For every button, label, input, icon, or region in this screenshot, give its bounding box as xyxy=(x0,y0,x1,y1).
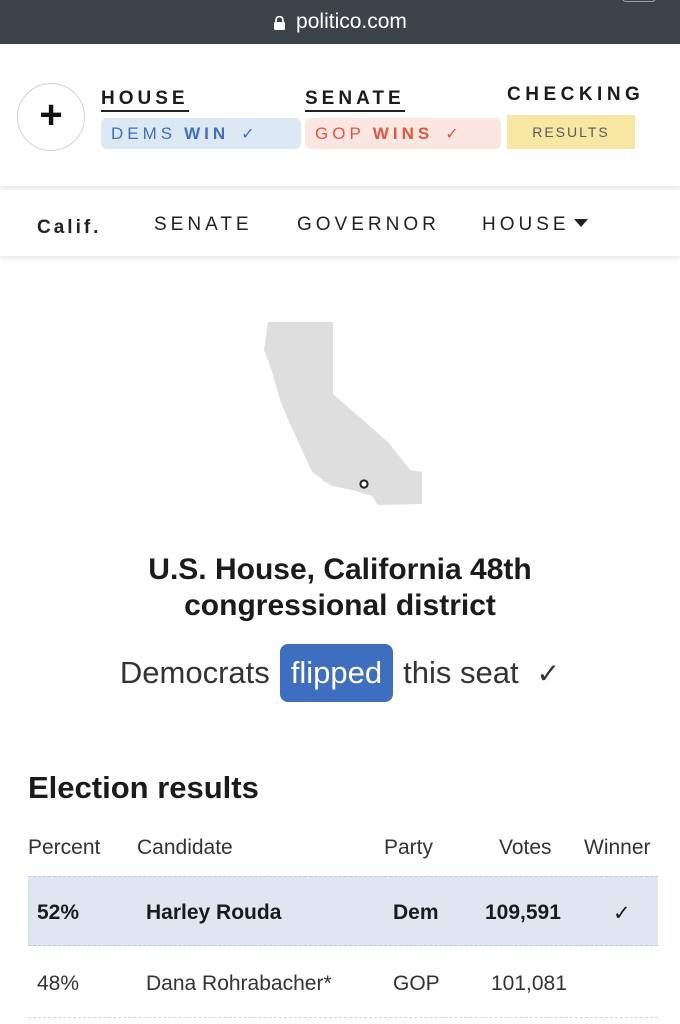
state-label[interactable]: Calif. xyxy=(37,217,101,239)
results-heading: Election results xyxy=(28,770,259,805)
house-pill-result: WIN xyxy=(184,123,230,143)
browser-url-bar[interactable]: politico.com xyxy=(0,0,680,44)
tab-house-label: HOUSE xyxy=(482,214,570,235)
col-candidate: Candidate xyxy=(137,836,233,859)
flip-suffix: this seat xyxy=(403,655,519,690)
flip-status: Democrats flipped this seat ✓ xyxy=(0,644,680,702)
col-winner: Winner xyxy=(584,836,651,859)
row-candidate: Dana Rohrabacher* xyxy=(146,972,332,995)
flip-check-icon: ✓ xyxy=(536,657,561,689)
senate-check-icon: ✓ xyxy=(445,125,459,143)
senate-result-pill: GOP WINS ✓ xyxy=(305,118,501,149)
house-result-pill: DEMS WIN ✓ xyxy=(101,118,301,149)
california-map xyxy=(264,322,422,505)
senate-title: SENATE xyxy=(305,88,405,112)
senate-pill-party: GOP xyxy=(315,123,365,143)
house-title: HOUSE xyxy=(101,88,189,112)
tab-governor[interactable]: GOVERNOR xyxy=(297,214,440,236)
winner-check-icon: ✓ xyxy=(613,902,631,925)
tab-senate[interactable]: SENATE xyxy=(154,214,253,236)
race-title: U.S. House, California 48th congressiona… xyxy=(0,552,680,624)
checking-title: CHECKING xyxy=(507,84,645,105)
table-row: 48% Dana Rohrabacher* GOP 101,081 xyxy=(28,948,658,1018)
caret-down-icon xyxy=(573,219,588,227)
senate-pill-result: WINS xyxy=(372,123,434,143)
results-table-header: Percent Candidate Party Votes Winner xyxy=(28,836,658,866)
row-percent: 52% xyxy=(37,901,80,924)
flipped-badge: flipped xyxy=(279,644,394,702)
tabs-indicator xyxy=(622,0,656,2)
row-party: GOP xyxy=(393,972,440,995)
col-percent: Percent xyxy=(28,836,101,859)
senate-summary[interactable]: SENATE GOP WINS ✓ xyxy=(305,88,501,149)
district-marker xyxy=(359,479,369,489)
house-pill-party: DEMS xyxy=(111,123,177,143)
row-party: Dem xyxy=(393,901,439,924)
house-summary[interactable]: HOUSE DEMS WIN ✓ xyxy=(101,88,301,149)
flip-prefix: Democrats xyxy=(119,655,270,690)
col-votes: Votes xyxy=(499,836,552,859)
tab-house[interactable]: HOUSE xyxy=(482,214,588,236)
row-candidate: Harley Rouda xyxy=(146,901,282,924)
row-percent: 48% xyxy=(37,972,80,995)
plus-icon: + xyxy=(39,93,63,137)
add-button[interactable]: + xyxy=(17,83,85,151)
election-header: + HOUSE DEMS WIN ✓ SENATE GOP WINS ✓ CHE… xyxy=(0,44,680,186)
url-text: politico.com xyxy=(296,10,407,33)
house-check-icon: ✓ xyxy=(241,125,255,143)
race-title-line1: U.S. House, California 48th xyxy=(148,553,532,586)
race-title-line2: congressional district xyxy=(184,589,496,622)
lock-icon xyxy=(274,16,286,30)
state-subnav: Calif. SENATE GOVERNOR HOUSE xyxy=(0,190,680,256)
col-party: Party xyxy=(384,836,434,859)
table-row: 52% Harley Rouda Dem 109,591 ✓ xyxy=(28,876,658,946)
checking-results-badge: RESULTS xyxy=(507,115,635,149)
checking-summary[interactable]: CHECKING RESULTS xyxy=(507,84,644,149)
row-votes: 109,591 xyxy=(485,901,561,924)
row-votes: 101,081 xyxy=(491,972,567,995)
